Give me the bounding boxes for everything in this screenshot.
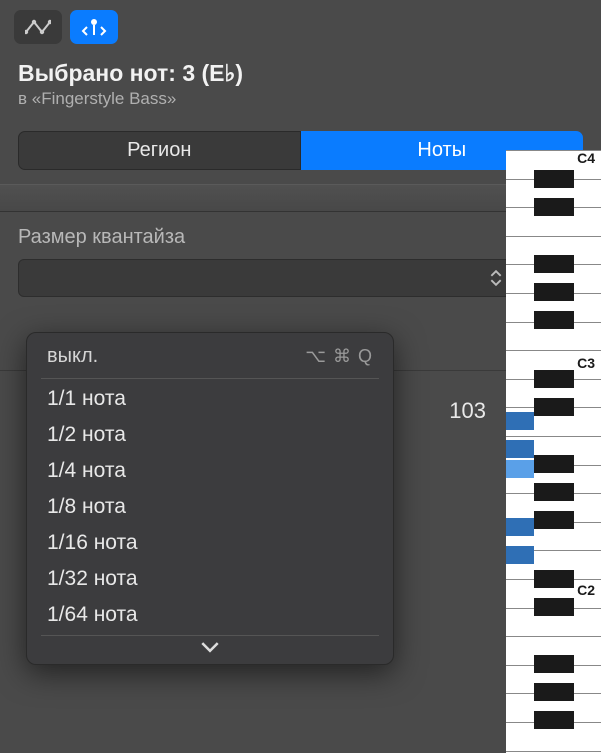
- black-key: [534, 398, 574, 416]
- black-key: [534, 255, 574, 273]
- selection-title: Выбрано нот: 3 (E♭): [18, 60, 583, 87]
- popup-item[interactable]: 1/1 нота: [27, 381, 393, 417]
- popup-separator: [41, 378, 379, 379]
- note-indicator: [506, 460, 534, 478]
- tab-region[interactable]: Регион: [18, 131, 301, 170]
- popup-item[interactable]: 1/4 нота: [27, 453, 393, 489]
- automation-button[interactable]: [14, 10, 62, 44]
- quantize-label: Размер квантайза: [18, 226, 583, 249]
- popup-item[interactable]: 1/2 нота: [27, 417, 393, 453]
- flex-button[interactable]: [70, 10, 118, 44]
- black-key: [534, 655, 574, 673]
- popup-item[interactable]: 1/32 нота: [27, 561, 393, 597]
- popup-more[interactable]: [27, 638, 393, 660]
- note-indicator: [506, 440, 534, 458]
- black-key: [534, 370, 574, 388]
- chevron-down-icon: [201, 641, 219, 653]
- popup-separator: [41, 635, 379, 636]
- velocity-value: 103: [449, 398, 486, 424]
- black-key: [534, 170, 574, 188]
- octave-label: C3: [577, 355, 595, 371]
- note-indicator: [506, 518, 534, 536]
- black-key: [534, 570, 574, 588]
- popup-item[interactable]: 1/64 нота: [27, 597, 393, 633]
- black-key: [534, 283, 574, 301]
- popup-shortcut: ⌥ ⌘ Q: [305, 346, 373, 367]
- selection-subtitle: в «Fingerstyle Bass»: [18, 89, 583, 109]
- automation-icon: [25, 17, 51, 37]
- quantize-popup: выкл. ⌥ ⌘ Q 1/1 нота 1/2 нота 1/4 нота 1…: [26, 332, 394, 665]
- black-key: [534, 455, 574, 473]
- black-key: [534, 511, 574, 529]
- black-key: [534, 598, 574, 616]
- stepper-icon: [490, 270, 504, 286]
- black-key: [534, 711, 574, 729]
- black-key: [534, 311, 574, 329]
- tab-segmented: Регион Ноты: [18, 131, 583, 170]
- flex-icon: [81, 17, 107, 37]
- note-indicator: [506, 412, 534, 430]
- note-indicator: [506, 546, 534, 564]
- popup-off-item[interactable]: выкл.: [47, 345, 98, 368]
- black-key: [534, 198, 574, 216]
- black-key: [534, 683, 574, 701]
- octave-label: C2: [577, 582, 595, 598]
- black-key: [534, 483, 574, 501]
- popup-item[interactable]: 1/8 нота: [27, 489, 393, 525]
- quantize-select[interactable]: [18, 259, 515, 297]
- popup-item[interactable]: 1/16 нота: [27, 525, 393, 561]
- piano-roll[interactable]: C4 C3 C2: [506, 150, 601, 753]
- octave-label: C4: [577, 150, 595, 166]
